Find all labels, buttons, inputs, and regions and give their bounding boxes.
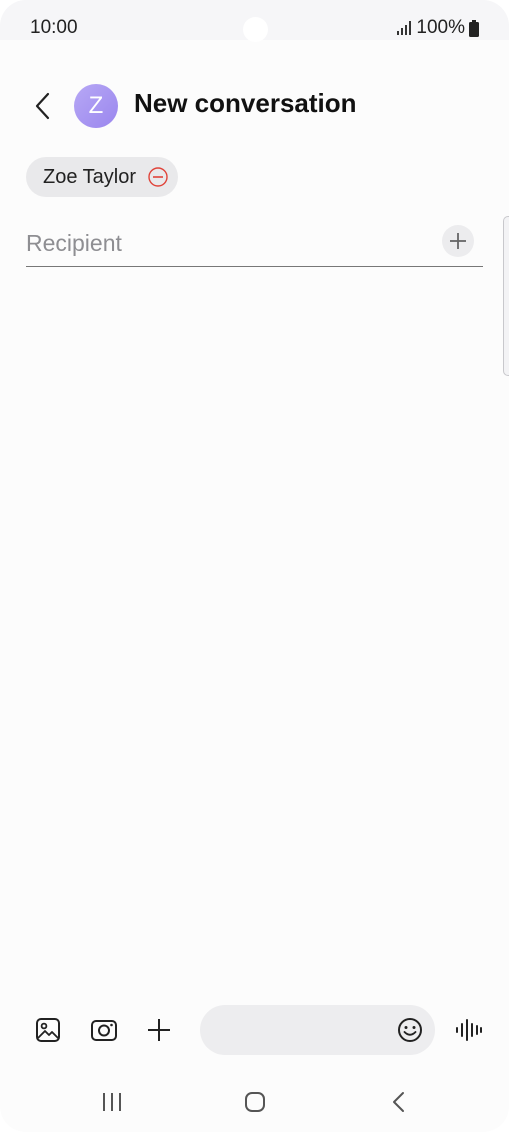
message-field <box>200 1005 435 1055</box>
recent-apps-icon <box>103 1093 121 1111</box>
recipient-input[interactable] <box>26 226 426 260</box>
page-title: New conversation <box>134 88 357 118</box>
home-button[interactable] <box>235 1084 275 1120</box>
gallery-icon <box>36 1018 60 1042</box>
recent-apps-button[interactable] <box>92 1084 132 1120</box>
plus-icon <box>148 1019 170 1041</box>
back-icon <box>393 1092 404 1112</box>
voice-record-button[interactable] <box>451 1012 487 1048</box>
battery-percentage: 100% <box>416 17 465 38</box>
recipient-field <box>26 222 483 267</box>
recipient-chip-label: Zoe Taylor <box>43 165 137 188</box>
add-recipient-button[interactable] <box>442 225 474 257</box>
battery-icon <box>469 19 479 37</box>
recipient-chip[interactable]: Zoe Taylor <box>26 157 179 197</box>
attach-button[interactable] <box>141 1012 177 1048</box>
camera-button[interactable] <box>86 1012 122 1048</box>
back-button[interactable] <box>28 89 56 123</box>
gallery-button[interactable] <box>30 1012 66 1048</box>
camera-cutout <box>243 17 268 42</box>
chevron-left-icon <box>35 92 50 120</box>
status-bar: 10:00 100% <box>0 0 509 42</box>
home-icon <box>245 1092 265 1112</box>
status-indicators: 100% <box>396 17 479 39</box>
message-input[interactable] <box>220 1013 390 1047</box>
remove-recipient-button[interactable] <box>148 167 168 187</box>
status-time: 10:00 <box>30 17 78 38</box>
avatar[interactable]: Z <box>74 84 118 128</box>
screen: 10:00 100% Z New conversation Zoe Taylor <box>0 0 509 1132</box>
minus-circle-icon <box>148 167 168 187</box>
scrollbar[interactable] <box>503 216 509 376</box>
voice-waveform-icon <box>456 1019 482 1041</box>
plus-icon <box>450 233 466 249</box>
nav-back-button[interactable] <box>378 1084 418 1120</box>
camera-icon <box>91 1020 117 1041</box>
signal-icon <box>397 21 412 35</box>
emoji-icon <box>398 1018 422 1042</box>
emoji-button[interactable] <box>397 1017 423 1043</box>
